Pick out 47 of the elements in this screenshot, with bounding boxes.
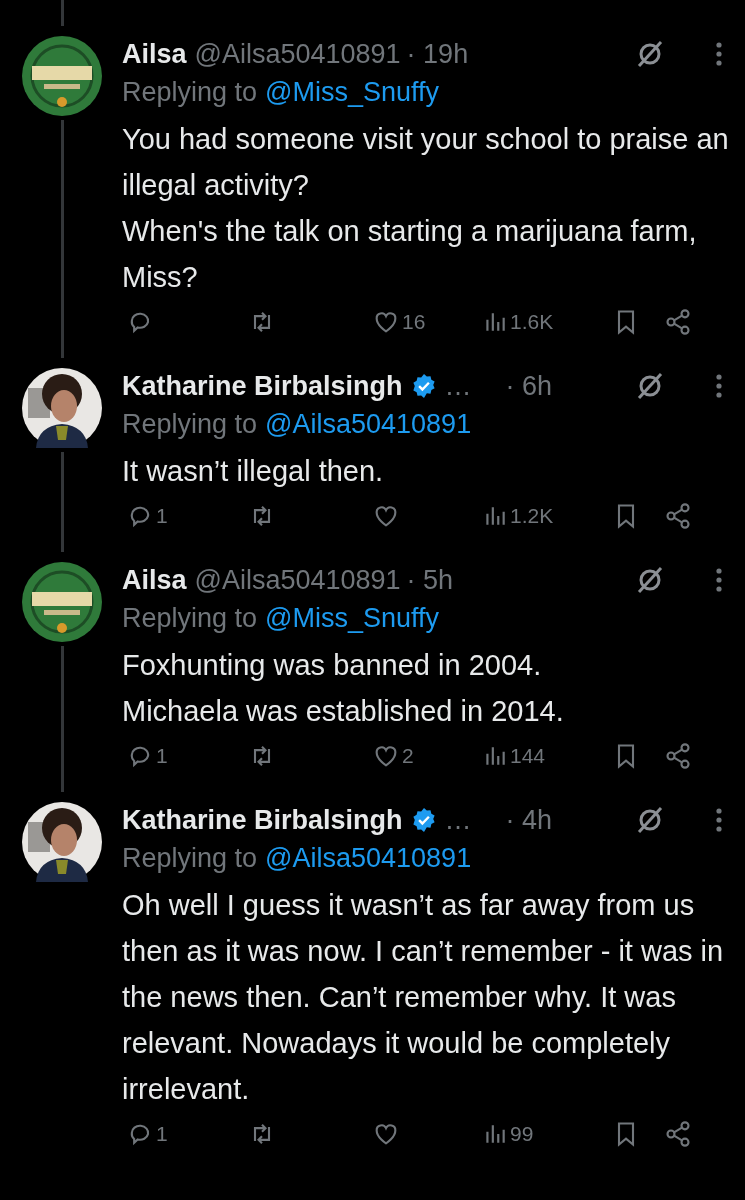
view-count: 99: [510, 1122, 534, 1146]
mention-link[interactable]: @Ailsa50410891: [265, 409, 472, 439]
slashed-circle-icon[interactable]: [635, 371, 665, 401]
view-count: 1.6K: [510, 310, 554, 334]
more-icon[interactable]: [715, 567, 723, 593]
replying-label: Replying to: [122, 843, 258, 873]
slashed-circle-icon[interactable]: [635, 565, 665, 595]
slashed-circle-icon[interactable]: [635, 39, 665, 69]
display-name[interactable]: Katharine Birbalsingh: [122, 804, 403, 836]
share-icon[interactable]: [664, 1120, 692, 1148]
more-icon[interactable]: [715, 807, 723, 833]
like-count: 2: [402, 744, 414, 768]
replying-label: Replying to: [122, 409, 258, 439]
timestamp[interactable]: · 6h: [505, 370, 553, 402]
tweet-text: Oh well I guess it wasn’t as far away from us then as it was now. I can’t remember - it was in the news then. Can’t remember why. It was relevant. Nowadays it would be completely irrelevant.: [122, 888, 725, 1107]
timestamp[interactable]: · 4h: [505, 804, 553, 836]
mention-link[interactable]: @Miss_Snuffy: [265, 603, 440, 633]
user-handle[interactable]: @Ailsa50410891: [194, 38, 401, 70]
share-icon[interactable]: [664, 742, 692, 770]
more-icon[interactable]: [715, 373, 723, 399]
tweet-text: Foxhunting was banned in 2004.: [122, 648, 543, 683]
tweet-text: Michaela was established in 2014.: [122, 694, 565, 729]
user-handle[interactable]: @Ailsa50410891: [194, 564, 401, 596]
replying-label: Replying to: [122, 77, 258, 107]
reply-count: 1: [156, 504, 168, 528]
tweet-text: It wasn’t illegal then.: [122, 454, 385, 489]
like-count: 16: [402, 310, 426, 334]
view-count: 1.2K: [510, 504, 554, 528]
user-handle[interactable]: …: [444, 370, 472, 402]
timestamp[interactable]: · 19h: [406, 38, 469, 70]
share-icon[interactable]: [664, 308, 692, 336]
view-count: 144: [510, 744, 546, 768]
tweet-text: You had someone visit your school to praise an illegal activity?: [122, 122, 730, 203]
tweet-text: When's the talk on starting a marijuana farm, Miss?: [122, 214, 698, 295]
mention-link[interactable]: @Miss_Snuffy: [265, 77, 440, 107]
share-icon[interactable]: [664, 502, 692, 530]
display-name[interactable]: Katharine Birbalsingh: [122, 370, 403, 402]
reply-count: 1: [156, 1122, 168, 1146]
display-name[interactable]: Ailsa: [122, 564, 187, 596]
mention-link[interactable]: @Ailsa50410891: [265, 843, 472, 873]
slashed-circle-icon[interactable]: [635, 805, 665, 835]
timestamp[interactable]: · 5h: [406, 564, 454, 596]
display-name[interactable]: Ailsa: [122, 38, 187, 70]
replying-label: Replying to: [122, 603, 258, 633]
user-handle[interactable]: …: [444, 804, 472, 836]
reply-count: 1: [156, 744, 168, 768]
more-icon[interactable]: [715, 41, 723, 67]
